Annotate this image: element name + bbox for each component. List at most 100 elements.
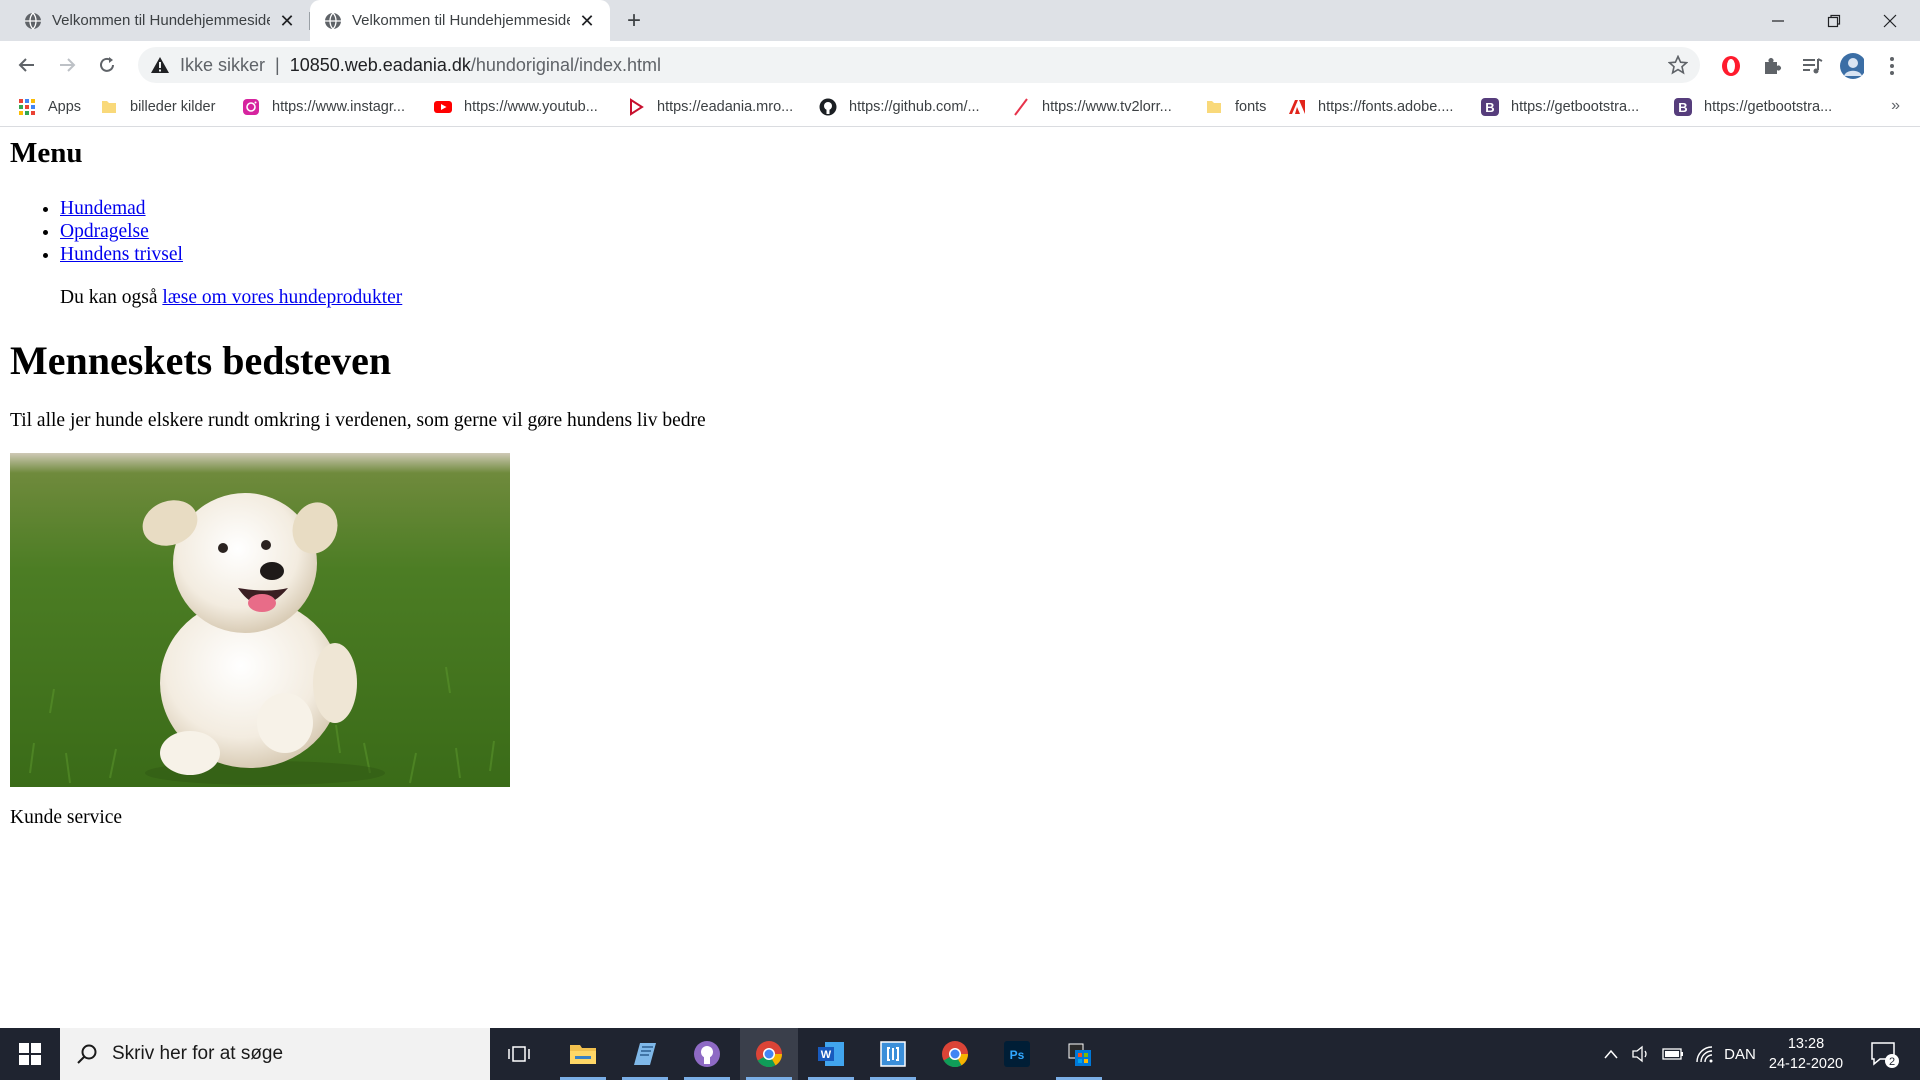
notepad-icon bbox=[634, 1043, 656, 1065]
bookmark-label: https://getbootstra... bbox=[1511, 99, 1640, 115]
bookmark-adobe-fonts[interactable]: https://fonts.adobe.... bbox=[1288, 88, 1453, 126]
chrome-menu-button[interactable] bbox=[1880, 54, 1904, 78]
photoshop-icon: Ps bbox=[1004, 1041, 1030, 1067]
taskbar-search-box[interactable]: Skriv her for at søge bbox=[60, 1028, 490, 1080]
bookmark-label: https://www.instagr... bbox=[272, 99, 405, 115]
input-language[interactable]: DAN bbox=[1720, 1028, 1760, 1080]
opera-extension-button[interactable] bbox=[1719, 54, 1743, 78]
taskbar-app-bracket[interactable] bbox=[864, 1028, 922, 1080]
minimize-icon bbox=[1772, 19, 1784, 22]
bookmark-apps[interactable]: Apps bbox=[18, 88, 81, 126]
action-center-button[interactable]: 2 bbox=[1868, 1038, 1900, 1070]
bookmark-label: fonts bbox=[1235, 99, 1267, 115]
close-icon bbox=[1883, 14, 1897, 27]
start-button[interactable] bbox=[0, 1028, 60, 1080]
url-path: /hundoriginal/index.html bbox=[470, 54, 661, 75]
bookmark-github[interactable]: https://github.com/... bbox=[819, 88, 980, 126]
tab-close-icon[interactable]: ✕ bbox=[278, 12, 296, 30]
tab-strip: Velkommen til Hundehjemmeside ✕ Velkomme… bbox=[0, 0, 1920, 41]
taskbar-word[interactable]: W bbox=[802, 1028, 860, 1080]
new-tab-button[interactable]: + bbox=[620, 7, 648, 35]
menu-list: Hundemad Opdragelse Hundens trivsel bbox=[10, 197, 183, 266]
lead-paragraph: Til alle jer hunde elskere rundt omkring… bbox=[10, 410, 706, 431]
bookmark-label: https://github.com/... bbox=[849, 99, 980, 115]
adobe-icon bbox=[1289, 100, 1305, 114]
bookmark-star-icon[interactable] bbox=[1668, 55, 1688, 75]
opera-icon bbox=[1722, 56, 1740, 76]
bookmark-bootstrap-2[interactable]: B https://getbootstra... bbox=[1674, 88, 1832, 126]
svg-text:B: B bbox=[1485, 100, 1494, 115]
address-bar[interactable]: Ikke sikker | 10850.web.eadania.dk/hundo… bbox=[138, 47, 1700, 83]
browser-toolbar: Ikke sikker | 10850.web.eadania.dk/hundo… bbox=[0, 41, 1920, 88]
forward-arrow-icon bbox=[60, 58, 76, 72]
taskbar-photoshop[interactable]: Ps bbox=[988, 1028, 1046, 1080]
playlist-icon bbox=[1803, 58, 1823, 74]
taskbar-clock[interactable]: 13:28 24-12-2020 bbox=[1760, 1034, 1852, 1074]
chevron-up-icon bbox=[1604, 1049, 1618, 1059]
youtube-icon bbox=[434, 101, 452, 113]
menu-heading: Menu bbox=[10, 137, 83, 169]
minimize-button[interactable] bbox=[1750, 0, 1806, 41]
tab-close-icon[interactable]: ✕ bbox=[578, 12, 596, 30]
taskbar-chrome-2[interactable] bbox=[926, 1028, 984, 1080]
back-button[interactable] bbox=[11, 49, 43, 81]
wifi-icon bbox=[1696, 1046, 1713, 1063]
taskbar-notes-app[interactable] bbox=[616, 1028, 674, 1080]
media-control-button[interactable] bbox=[1800, 54, 1824, 78]
folder-icon bbox=[102, 101, 116, 113]
close-window-button[interactable] bbox=[1862, 0, 1918, 41]
menu-item: Hundens trivsel bbox=[60, 243, 183, 266]
taskbar-file-explorer[interactable] bbox=[554, 1028, 612, 1080]
avatar-icon bbox=[1840, 53, 1864, 79]
bookmark-instagram[interactable]: https://www.instagr... bbox=[242, 88, 405, 126]
bootstrap-icon: B bbox=[1481, 98, 1499, 116]
github-icon bbox=[819, 98, 837, 116]
bookmark-bootstrap-1[interactable]: B https://getbootstra... bbox=[1481, 88, 1639, 126]
bookmarks-overflow-button[interactable]: » bbox=[1891, 97, 1900, 115]
battery-button[interactable] bbox=[1658, 1028, 1688, 1080]
bookmark-label: https://eadania.mro... bbox=[657, 99, 794, 115]
bookmark-label: Apps bbox=[48, 99, 82, 115]
bookmark-folder-billeder[interactable]: billeder kilder bbox=[100, 88, 215, 126]
bookmark-youtube[interactable]: https://www.youtub... bbox=[434, 88, 598, 126]
bookmark-label: https://www.tv2lorr... bbox=[1042, 99, 1172, 115]
notification-count: 2 bbox=[1889, 1056, 1895, 1068]
bracket-app-icon bbox=[880, 1041, 906, 1067]
bookmark-folder-fonts[interactable]: fonts bbox=[1205, 88, 1266, 126]
reload-button[interactable] bbox=[91, 49, 123, 81]
bookmark-eadania[interactable]: https://eadania.mro... bbox=[627, 88, 793, 126]
network-button[interactable] bbox=[1690, 1028, 1720, 1080]
footer-customer-service: Kunde service bbox=[10, 807, 123, 828]
restore-icon bbox=[1827, 14, 1841, 27]
profile-avatar[interactable] bbox=[1840, 53, 1864, 79]
chrome-icon bbox=[756, 1041, 783, 1068]
menu-item: Hundemad bbox=[60, 197, 183, 220]
menu-link-hundens-trivsel[interactable]: Hundens trivsel bbox=[60, 244, 183, 265]
extensions-button[interactable] bbox=[1760, 54, 1784, 78]
word-icon: W bbox=[818, 1042, 844, 1066]
forward-button[interactable] bbox=[51, 49, 83, 81]
tab-title: Velkommen til Hundehjemmeside bbox=[352, 12, 570, 29]
products-link[interactable]: læse om vores hundeprodukter bbox=[162, 287, 402, 308]
globe-icon bbox=[25, 12, 41, 29]
taskbar-chrome-active[interactable] bbox=[740, 1028, 798, 1080]
security-label[interactable]: Ikke sikker bbox=[180, 55, 265, 76]
warning-icon bbox=[151, 57, 169, 73]
tray-overflow-button[interactable] bbox=[1598, 1028, 1624, 1080]
search-icon bbox=[77, 1044, 97, 1064]
browser-tab-2[interactable]: Velkommen til Hundehjemmeside ✕ bbox=[310, 0, 610, 41]
task-view-button[interactable] bbox=[490, 1028, 548, 1080]
chrome-icon bbox=[942, 1041, 969, 1068]
restore-button[interactable] bbox=[1806, 0, 1862, 41]
menu-link-hundemad[interactable]: Hundemad bbox=[60, 198, 146, 219]
puppy-image bbox=[10, 453, 510, 787]
folder-icon bbox=[570, 1045, 596, 1064]
apps-grid-icon bbox=[19, 99, 35, 115]
taskbar-store-app[interactable] bbox=[1050, 1028, 1108, 1080]
volume-button[interactable] bbox=[1626, 1028, 1656, 1080]
menu-item: Opdragelse bbox=[60, 220, 183, 243]
taskbar-github-desktop[interactable] bbox=[678, 1028, 736, 1080]
bookmark-tv2[interactable]: https://www.tv2lorr... bbox=[1012, 88, 1172, 126]
menu-link-opdragelse[interactable]: Opdragelse bbox=[60, 221, 149, 242]
browser-tab-1[interactable]: Velkommen til Hundehjemmeside ✕ bbox=[10, 0, 310, 41]
